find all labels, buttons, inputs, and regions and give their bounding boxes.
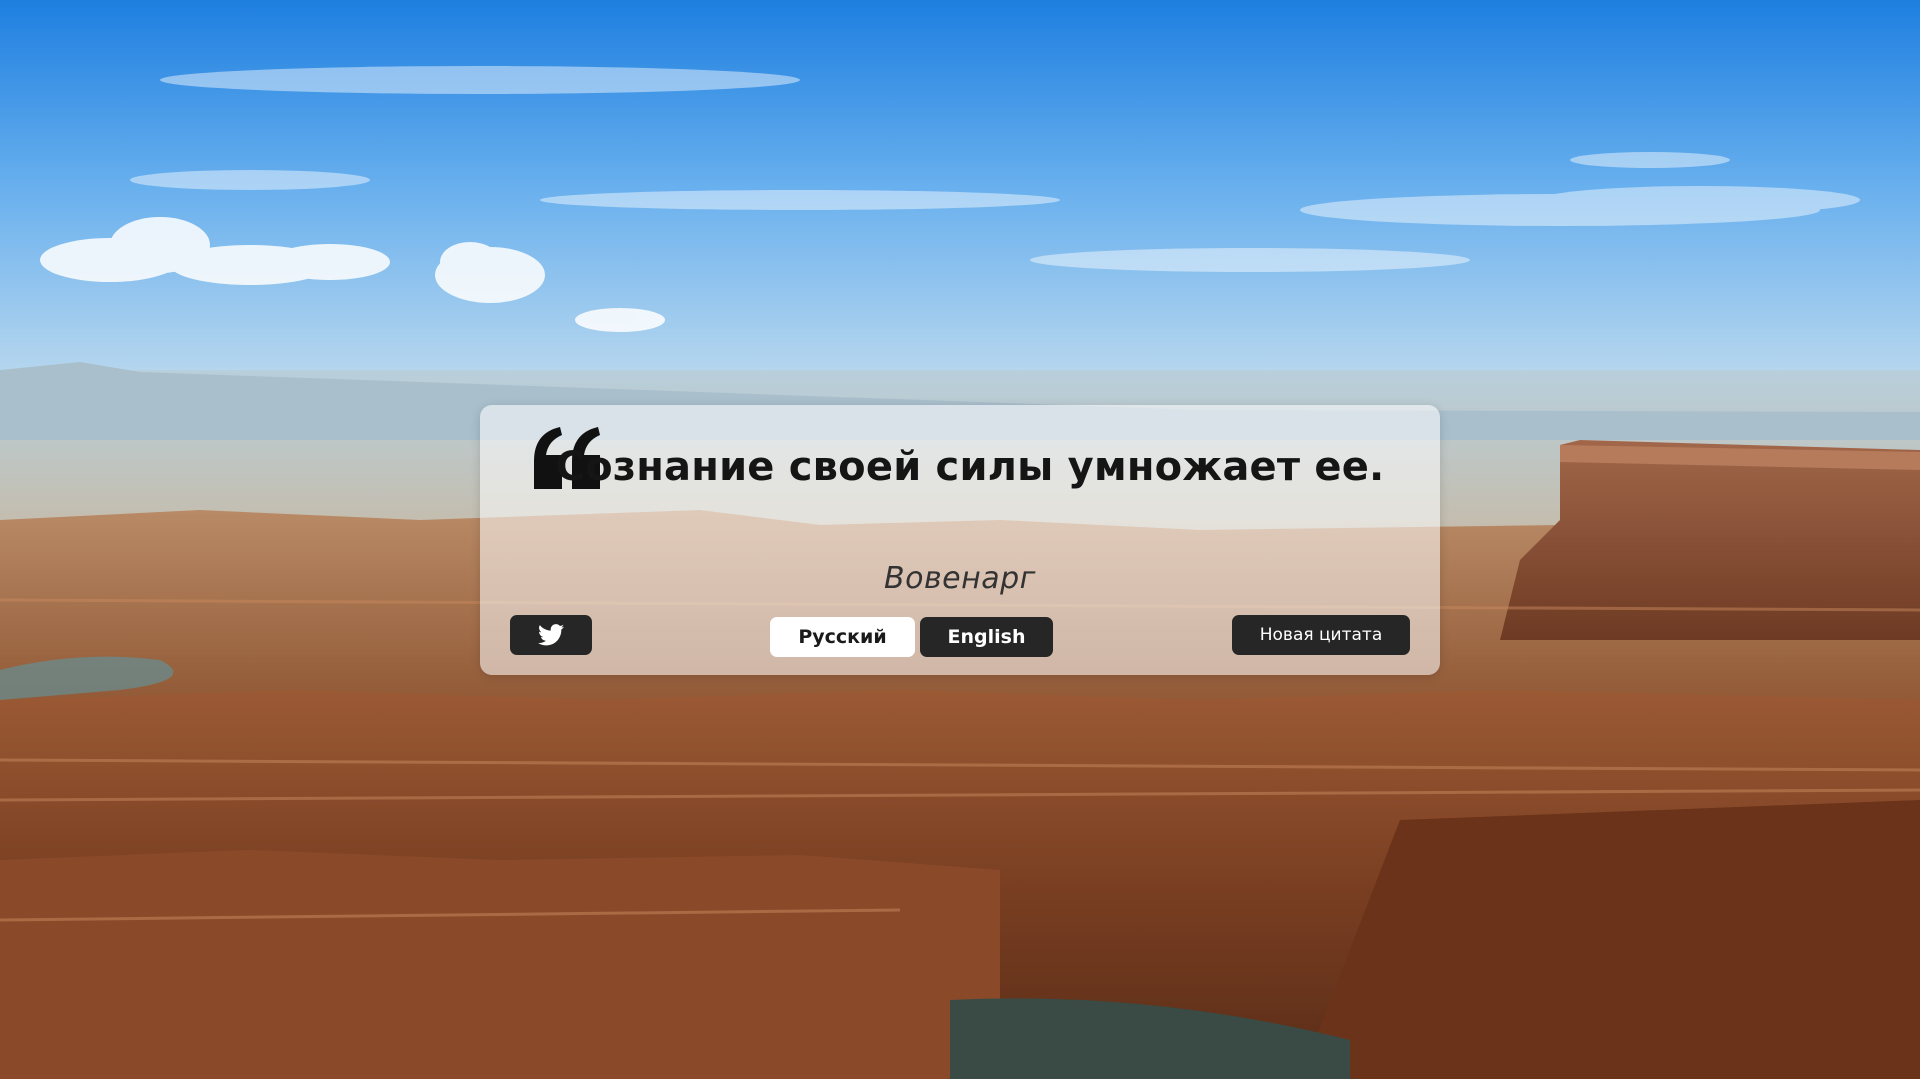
lang-ru-button[interactable]: Русский [770, 617, 915, 657]
twitter-bird-icon [538, 624, 564, 646]
new-quote-button[interactable]: Новая цитата [1232, 615, 1410, 655]
quote-card: Сознание своей силы умножает ее. Вовенар… [480, 405, 1440, 675]
tweet-button[interactable] [510, 615, 592, 655]
quote-author: Вовенарг [884, 561, 1036, 596]
quote-text: Сознание своей силы умножает ее. [555, 444, 1385, 490]
lang-en-button[interactable]: English [920, 617, 1053, 657]
